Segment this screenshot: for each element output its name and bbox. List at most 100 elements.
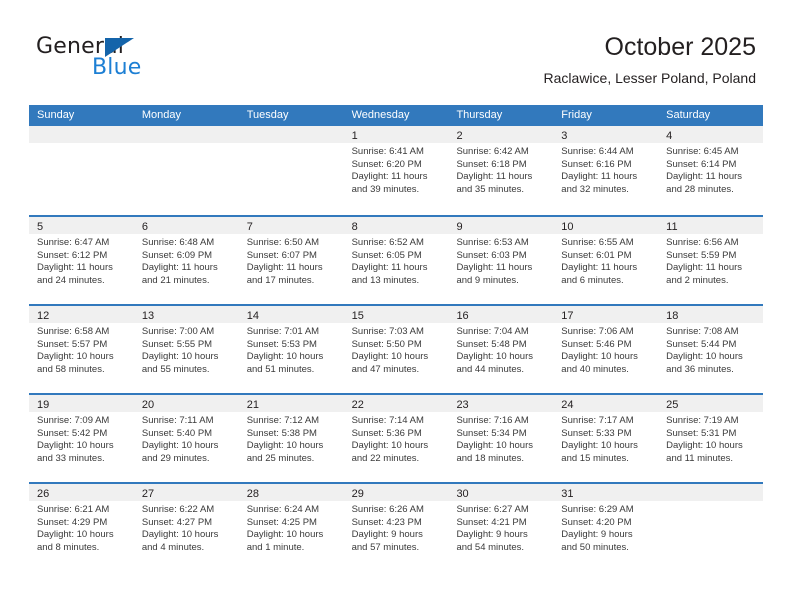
day-details: Sunrise: 7:17 AM Sunset: 5:33 PM Daylight:… [553, 412, 658, 465]
daylight-text-line1: Daylight: 10 hours [351, 351, 429, 363]
day-number-band: 23 [448, 395, 554, 412]
calendar-day-cell[interactable]: 8 Sunrise: 6:52 AM Sunset: 6:05 PM Daylight… [343, 217, 449, 304]
sunrise-text: Sunrise: 6:50 AM [246, 237, 320, 248]
calendar-day-cell[interactable]: 11 Sunrise: 6:56 AM Sunset: 5:59 PM Dayligh… [658, 217, 764, 304]
calendar-day-cell[interactable]: 6 Sunrise: 6:48 AM Sunset: 6:09 PM Daylight… [133, 217, 239, 304]
day-number-band: 5 [29, 217, 134, 234]
day-number-band [658, 484, 764, 501]
sunset-text: Sunset: 5:33 PM [561, 427, 632, 439]
sunrise-text: Sunrise: 6:48 AM [141, 237, 215, 248]
sunrise-text: Sunrise: 6:42 AM [456, 146, 529, 157]
day-number-band: 11 [658, 217, 764, 234]
calendar-day-cell[interactable]: 10 Sunrise: 6:55 AM Sunset: 6:01 PM Dayligh… [553, 217, 659, 304]
calendar-day-cell[interactable]: 7 Sunrise: 6:50 AM Sunset: 6:07 PM Daylight… [238, 217, 344, 304]
calendar-day-cell[interactable]: 19 Sunrise: 7:09 AM Sunset: 5:42 PM Dayligh… [29, 395, 134, 482]
day-details: Sunrise: 6:56 AM Sunset: 5:59 PM Daylight:… [658, 234, 763, 287]
day-number-band: 26 [29, 484, 134, 501]
calendar-day-cell[interactable]: 1 Sunrise: 6:41 AM Sunset: 6:20 PM Daylight… [343, 126, 449, 215]
day-number: 14 [246, 310, 259, 322]
day-details: Sunrise: 6:58 AM Sunset: 5:57 PM Daylight:… [29, 323, 134, 376]
daylight-text-line2: and 50 minutes. [561, 541, 629, 553]
sunset-text: Sunset: 5:36 PM [351, 427, 422, 439]
calendar-day-cell[interactable]: 29 Sunrise: 6:26 AM Sunset: 4:23 PM Dayligh… [343, 484, 449, 571]
day-number: 10 [561, 221, 574, 233]
day-details: Sunrise: 7:08 AM Sunset: 5:44 PM Daylight:… [658, 323, 763, 376]
day-details: Sunrise: 7:03 AM Sunset: 5:50 PM Daylight:… [344, 323, 449, 376]
calendar-day-cell[interactable]: 26 Sunrise: 6:21 AM Sunset: 4:29 PM Dayligh… [29, 484, 134, 571]
sunrise-text: Sunrise: 7:11 AM [141, 415, 214, 426]
day-number: 5 [37, 221, 44, 233]
day-number-band: 31 [553, 484, 659, 501]
calendar-day-cell[interactable]: 31 Sunrise: 6:29 AM Sunset: 4:20 PM Dayligh… [553, 484, 659, 571]
calendar-day-cell[interactable]: 22 Sunrise: 7:14 AM Sunset: 5:36 PM Dayligh… [343, 395, 449, 482]
daylight-text-line1: Daylight: 11 hours [351, 262, 428, 274]
daylight-text-line1: Daylight: 10 hours [666, 440, 743, 452]
sunset-text: Sunset: 6:14 PM [666, 158, 737, 170]
day-number-band: 17 [553, 306, 659, 323]
daylight-text-line2: and 32 minutes. [561, 183, 629, 195]
day-details: Sunrise: 6:48 AM Sunset: 6:09 PM Daylight:… [134, 234, 239, 287]
calendar-day-cell[interactable]: 18 Sunrise: 7:08 AM Sunset: 5:44 PM Dayligh… [658, 306, 764, 393]
calendar-day-cell[interactable]: 24 Sunrise: 7:17 AM Sunset: 5:33 PM Dayligh… [553, 395, 659, 482]
calendar-day-cell[interactable]: 21 Sunrise: 7:12 AM Sunset: 5:38 PM Dayligh… [238, 395, 344, 482]
calendar-day-cell[interactable]: 9 Sunrise: 6:53 AM Sunset: 6:03 PM Daylight… [448, 217, 554, 304]
weekday-header-wednesday: Wednesday [351, 109, 410, 121]
daylight-text-line2: and 47 minutes. [351, 363, 420, 375]
calendar-day-cell[interactable]: 16 Sunrise: 7:04 AM Sunset: 5:48 PM Dayligh… [448, 306, 554, 393]
daylight-text-line2: and 44 minutes. [456, 363, 525, 375]
day-number-band: 14 [238, 306, 344, 323]
daylight-text-line2: and 57 minutes. [351, 541, 420, 553]
day-number: 4 [666, 130, 673, 142]
calendar-day-cell[interactable]: 28 Sunrise: 6:24 AM Sunset: 4:25 PM Dayligh… [238, 484, 344, 571]
daylight-text-line1: Daylight: 11 hours [351, 171, 428, 183]
calendar-day-cell[interactable]: 25 Sunrise: 7:19 AM Sunset: 5:31 PM Dayligh… [658, 395, 764, 482]
general-blue-logo[interactable]: General Blue [36, 34, 256, 90]
sunset-text: Sunset: 5:34 PM [456, 427, 527, 439]
calendar-day-cell-empty [658, 484, 764, 571]
daylight-text-line1: Daylight: 10 hours [141, 351, 219, 363]
calendar-day-cell[interactable]: 14 Sunrise: 7:01 AM Sunset: 5:53 PM Dayligh… [238, 306, 344, 393]
day-number: 23 [456, 399, 469, 411]
calendar-day-cell[interactable]: 23 Sunrise: 7:16 AM Sunset: 5:34 PM Dayligh… [448, 395, 554, 482]
daylight-text-line2: and 29 minutes. [141, 452, 210, 464]
calendar-day-cell[interactable]: 3 Sunrise: 6:44 AM Sunset: 6:16 PM Daylight… [553, 126, 659, 215]
calendar-day-cell[interactable]: 2 Sunrise: 6:42 AM Sunset: 6:18 PM Daylight… [448, 126, 554, 215]
sunrise-text: Sunrise: 7:01 AM [246, 326, 320, 337]
day-number-band: 20 [133, 395, 239, 412]
daylight-text-line1: Daylight: 9 hours [351, 529, 423, 541]
daylight-text-line1: Daylight: 10 hours [456, 440, 534, 452]
daylight-text-line1: Daylight: 11 hours [456, 171, 533, 183]
day-number: 24 [561, 399, 574, 411]
weekday-header-sunday: Sunday [37, 109, 75, 121]
sunrise-text: Sunrise: 7:03 AM [351, 326, 424, 337]
daylight-text-line2: and 6 minutes. [561, 274, 624, 286]
day-number: 18 [666, 310, 679, 322]
day-details: Sunrise: 6:55 AM Sunset: 6:01 PM Daylight:… [553, 234, 658, 287]
day-details: Sunrise: 6:24 AM Sunset: 4:25 PM Daylight:… [239, 501, 344, 554]
day-number-band: 25 [658, 395, 764, 412]
sunset-text: Sunset: 5:31 PM [666, 427, 737, 439]
day-number: 13 [141, 310, 155, 322]
daylight-text-line2: and 33 minutes. [37, 452, 105, 464]
calendar-day-cell[interactable]: 13 Sunrise: 7:00 AM Sunset: 5:55 PM Dayligh… [133, 306, 239, 393]
sunset-text: Sunset: 6:09 PM [141, 249, 213, 261]
weekday-header-friday: Friday [561, 109, 592, 121]
sunset-text: Sunset: 5:50 PM [351, 338, 422, 350]
day-number-band: 6 [133, 217, 239, 234]
calendar-day-cell[interactable]: 4 Sunrise: 6:45 AM Sunset: 6:14 PM Daylight… [658, 126, 764, 215]
sunrise-text: Sunrise: 6:41 AM [351, 146, 424, 157]
daylight-text-line2: and 25 minutes. [246, 452, 315, 464]
calendar-day-cell[interactable]: 27 Sunrise: 6:22 AM Sunset: 4:27 PM Dayligh… [133, 484, 239, 571]
title-block: October 2025 Raclawice, Lesser Poland, P… [544, 32, 756, 87]
sunset-text: Sunset: 4:27 PM [141, 516, 213, 528]
calendar-day-cell[interactable]: 20 Sunrise: 7:11 AM Sunset: 5:40 PM Dayligh… [133, 395, 239, 482]
calendar-day-cell[interactable]: 12 Sunrise: 6:58 AM Sunset: 5:57 PM Dayligh… [29, 306, 134, 393]
calendar-day-cell[interactable]: 30 Sunrise: 6:27 AM Sunset: 4:21 PM Dayligh… [448, 484, 554, 571]
calendar-day-cell[interactable]: 17 Sunrise: 7:06 AM Sunset: 5:46 PM Dayligh… [553, 306, 659, 393]
daylight-text-line1: Daylight: 9 hours [561, 529, 633, 541]
calendar-day-cell[interactable]: 5 Sunrise: 6:47 AM Sunset: 6:12 PM Daylight… [29, 217, 134, 304]
calendar-day-cell[interactable]: 15 Sunrise: 7:03 AM Sunset: 5:50 PM Dayligh… [343, 306, 449, 393]
weekday-header-saturday: Saturday [666, 109, 711, 121]
daylight-text-line2: and 4 minutes. [141, 541, 205, 553]
day-number: 19 [37, 399, 50, 411]
